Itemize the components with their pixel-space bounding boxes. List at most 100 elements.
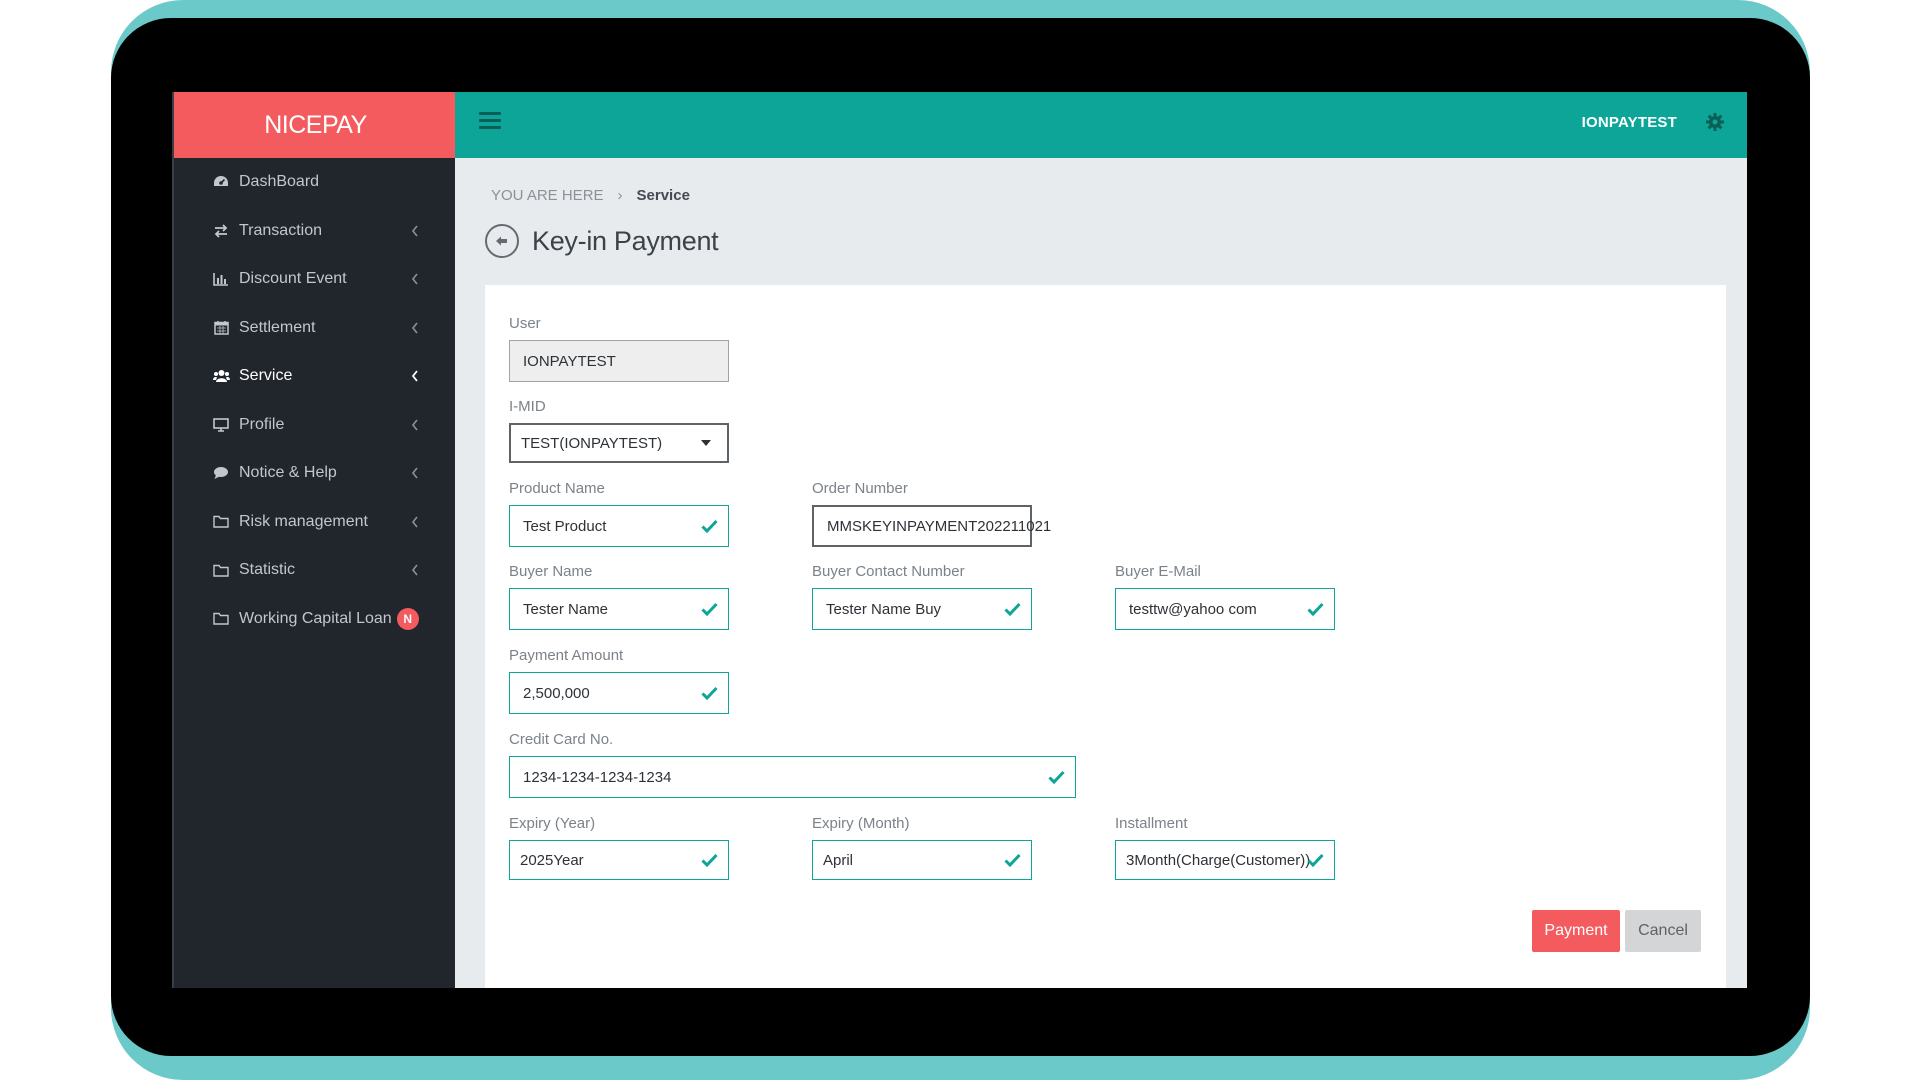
sidebar-item-notice-help[interactable]: Notice & Help <box>174 449 457 498</box>
app-screen: NICEPAY DashBoard Transaction Discount E… <box>172 92 1747 988</box>
sidebar-item-profile[interactable]: Profile <box>174 401 457 450</box>
imid-select[interactable]: TEST(IONPAYTEST) <box>509 423 729 463</box>
check-icon <box>1004 602 1021 616</box>
buyer-contact-label: Buyer Contact Number <box>812 563 965 580</box>
check-icon <box>1048 770 1065 784</box>
expiry-year-value: 2025Year <box>520 851 584 869</box>
expiry-year-select[interactable]: 2025Year <box>509 840 729 880</box>
sidebar-item-discount-event[interactable]: Discount Event <box>174 255 457 304</box>
credit-card-field-group: Credit Card No. 1234-1234-1234-1234 <box>509 731 1076 798</box>
expiry-month-label: Expiry (Month) <box>812 815 910 832</box>
chevron-left-icon <box>409 273 421 285</box>
topbar-username[interactable]: IONPAYTEST <box>1582 114 1677 131</box>
sidebar-item-label: Risk management <box>239 512 368 530</box>
buyer-name-field-group: Buyer Name Tester Name <box>509 563 729 630</box>
buyer-name-input[interactable]: Tester Name <box>509 588 729 630</box>
installment-field-group: Installment 3Month(Charge(Customer)) <box>1115 815 1335 880</box>
credit-card-value: 1234-1234-1234-1234 <box>523 768 672 786</box>
cancel-button[interactable]: Cancel <box>1625 910 1701 952</box>
monitor-icon <box>212 416 230 434</box>
sidebar-item-label: Working Capital Loan <box>239 609 392 627</box>
sidebar-item-label: Profile <box>239 415 285 433</box>
product-name-value: Test Product <box>523 517 607 535</box>
buyer-contact-field-group: Buyer Contact Number Tester Name Buy <box>812 563 1032 630</box>
expiry-month-select[interactable]: April <box>812 840 1032 880</box>
sidebar-item-service[interactable]: Service <box>174 352 457 401</box>
order-number-input[interactable]: MMSKEYINPAYMENT202211021 <box>812 505 1051 547</box>
buyer-name-label: Buyer Name <box>509 563 593 580</box>
imid-field-group: I-MID TEST(IONPAYTEST) <box>509 398 729 463</box>
sidebar-item-label: Notice & Help <box>239 464 337 482</box>
folder-icon <box>212 610 230 628</box>
order-number-field-group: Order Number MMSKEYINPAYMENT202211021 <box>812 480 1051 547</box>
breadcrumb-separator: › <box>617 187 623 204</box>
expiry-year-label: Expiry (Year) <box>509 815 596 832</box>
chevron-left-icon <box>409 516 421 528</box>
sidebar-item-working-capital-loan[interactable]: Working Capital Loan N <box>174 595 457 644</box>
payment-amount-label: Payment Amount <box>509 647 624 664</box>
chevron-left-icon <box>409 225 421 237</box>
order-number-label: Order Number <box>812 480 908 497</box>
user-input: IONPAYTEST <box>509 340 729 382</box>
comment-icon <box>212 464 230 482</box>
topbar: IONPAYTEST <box>455 92 1747 158</box>
expiry-month-field-group: Expiry (Month) April <box>812 815 1032 880</box>
buyer-email-value: testtw@yahoo com <box>1129 600 1257 618</box>
product-name-label: Product Name <box>509 480 605 497</box>
buyer-name-value: Tester Name <box>523 600 609 618</box>
payment-amount-input[interactable]: 2,500,000 <box>509 672 729 714</box>
check-icon <box>701 519 718 533</box>
hamburger-menu-icon[interactable] <box>479 112 501 132</box>
check-icon <box>701 853 718 867</box>
installment-select[interactable]: 3Month(Charge(Customer)) <box>1115 840 1335 880</box>
sidebar-item-transaction[interactable]: Transaction <box>174 207 457 256</box>
buyer-contact-input[interactable]: Tester Name Buy <box>812 588 1032 630</box>
sidebar-item-label: Service <box>239 367 293 385</box>
payment-button[interactable]: Payment <box>1532 910 1620 952</box>
bar-chart-icon <box>212 270 230 288</box>
user-field-group: User IONPAYTEST <box>509 315 729 382</box>
gear-icon[interactable] <box>1705 112 1725 132</box>
chevron-left-icon <box>409 370 421 382</box>
sidebar: NICEPAY DashBoard Transaction Discount E… <box>172 92 457 988</box>
check-icon <box>1307 602 1324 616</box>
sidebar-item-dashboard[interactable]: DashBoard <box>174 158 457 207</box>
page-title: Key-in Payment <box>532 225 719 256</box>
sidebar-item-label: Statistic <box>239 561 296 579</box>
sidebar-item-risk-management[interactable]: Risk management <box>174 498 457 547</box>
check-icon <box>1004 853 1021 867</box>
sidebar-item-label: Transaction <box>239 221 322 239</box>
buyer-email-input[interactable]: testtw@yahoo com <box>1115 588 1335 630</box>
credit-card-label: Credit Card No. <box>509 731 614 748</box>
chevron-left-icon <box>409 467 421 479</box>
payment-amount-value: 2,500,000 <box>523 684 590 702</box>
product-name-field-group: Product Name Test Product <box>509 480 729 547</box>
check-icon <box>701 686 718 700</box>
imid-value: TEST(IONPAYTEST) <box>521 434 663 452</box>
expiry-month-value: April <box>823 851 854 869</box>
chevron-left-icon <box>409 322 421 334</box>
buyer-contact-value: Tester Name Buy <box>826 600 942 618</box>
chevron-left-icon <box>409 419 421 431</box>
page-header: Key-in Payment <box>485 224 719 258</box>
check-icon <box>701 602 718 616</box>
expiry-year-field-group: Expiry (Year) 2025Year <box>509 815 729 880</box>
sidebar-item-settlement[interactable]: Settlement <box>174 304 457 353</box>
sidebar-item-statistic[interactable]: Statistic <box>174 546 457 595</box>
credit-card-input[interactable]: 1234-1234-1234-1234 <box>509 756 1076 798</box>
back-arrow-icon[interactable] <box>485 224 519 258</box>
breadcrumb-current[interactable]: Service <box>637 187 690 204</box>
payment-amount-field-group: Payment Amount 2,500,000 <box>509 647 729 714</box>
product-name-input[interactable]: Test Product <box>509 505 729 547</box>
user-label: User <box>509 315 541 332</box>
order-number-value: MMSKEYINPAYMENT202211021 <box>827 517 1052 535</box>
sidebar-nav: DashBoard Transaction Discount Event Set… <box>174 158 457 643</box>
user-value: IONPAYTEST <box>523 352 616 370</box>
folder-icon <box>212 561 230 579</box>
sidebar-item-label: Settlement <box>239 318 316 336</box>
breadcrumb: YOU ARE HERE › Service <box>491 187 690 204</box>
calendar-icon <box>212 319 230 337</box>
caret-down-icon <box>701 440 711 446</box>
brand-logo[interactable]: NICEPAY <box>174 92 457 158</box>
buyer-email-label: Buyer E-Mail <box>1115 563 1201 580</box>
